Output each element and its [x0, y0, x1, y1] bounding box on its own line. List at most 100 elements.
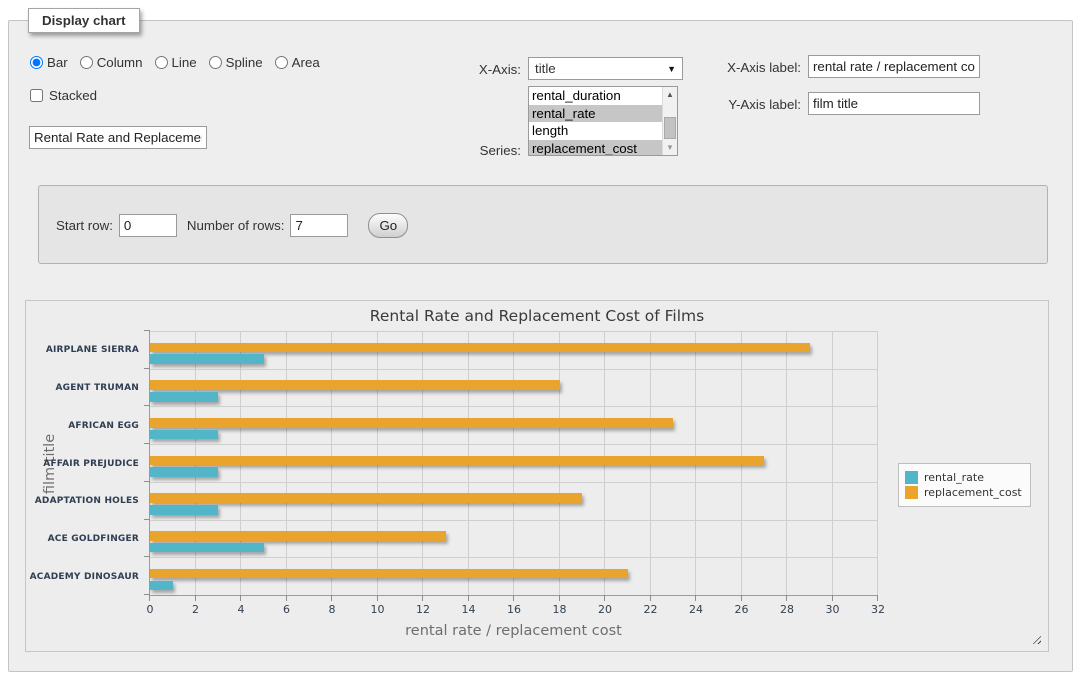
- x-tick-label: 4: [238, 603, 245, 616]
- start-row-input[interactable]: [119, 214, 177, 237]
- x-axis-label-input[interactable]: [808, 55, 980, 78]
- bar-replacement_cost[interactable]: [150, 531, 446, 541]
- x-tick-label: 18: [553, 603, 567, 616]
- chart-type-radio-spline[interactable]: [209, 56, 222, 69]
- series-option-rental_rate[interactable]: rental_rate: [529, 105, 662, 123]
- x-tick-label: 32: [871, 603, 885, 616]
- bar-replacement_cost[interactable]: [150, 493, 582, 503]
- legend-label: rental_rate: [924, 471, 984, 484]
- x-axis-select[interactable]: title ▼: [528, 57, 683, 80]
- bar-replacement_cost[interactable]: [150, 456, 764, 466]
- chart-legend: rental_rate replacement_cost: [898, 463, 1031, 507]
- bar-rental_rate[interactable]: [150, 505, 218, 515]
- y-axis-label-label: Y-Axis label:: [701, 97, 801, 112]
- category-band: [150, 557, 878, 595]
- chart-type-option-line[interactable]: Line: [155, 55, 197, 70]
- x-tick-mark: [195, 595, 196, 601]
- bar-rental_rate[interactable]: [150, 430, 218, 440]
- bar-replacement_cost[interactable]: [150, 569, 628, 579]
- panel-legend: Display chart: [28, 8, 140, 33]
- category-label: ACE GOLDFINGER: [26, 520, 144, 558]
- series-options: rental_durationrental_ratelengthreplacem…: [529, 87, 662, 155]
- x-tick-mark: [331, 595, 332, 601]
- bar-rental_rate[interactable]: [150, 392, 218, 402]
- chart-type-option-label: Area: [292, 55, 320, 70]
- category-labels: AIRPLANE SIERRAAGENT TRUMANAFRICAN EGGAF…: [26, 331, 144, 596]
- scroll-up-icon[interactable]: ▲: [663, 87, 677, 102]
- bar-rental_rate[interactable]: [150, 354, 264, 364]
- bar-rental_rate[interactable]: [150, 543, 264, 553]
- chart-type-radio-line[interactable]: [155, 56, 168, 69]
- x-tick-label: 22: [644, 603, 658, 616]
- chart-type-option-label: Spline: [226, 55, 263, 70]
- x-tick-mark: [422, 595, 423, 601]
- x-tick-label: 0: [147, 603, 154, 616]
- bar-rental_rate[interactable]: [150, 467, 218, 477]
- go-button[interactable]: Go: [368, 213, 408, 238]
- x-axis-label-label: X-Axis label:: [701, 60, 801, 75]
- x-tick-mark: [695, 595, 696, 601]
- x-tick-label: 24: [689, 603, 703, 616]
- legend-swatch: [905, 486, 918, 499]
- chart-title-input[interactable]: [29, 126, 207, 149]
- bar-rental_rate[interactable]: [150, 581, 173, 591]
- series-option-length[interactable]: length: [529, 122, 662, 140]
- category-band: [150, 331, 878, 369]
- legend-item-replacement_cost[interactable]: replacement_cost: [905, 486, 1022, 499]
- plot-area: 02468101214161820222426283032: [149, 331, 878, 596]
- series-option-replacement_cost[interactable]: replacement_cost: [529, 140, 662, 157]
- series-label: Series:: [431, 143, 521, 158]
- legend-item-rental_rate[interactable]: rental_rate: [905, 471, 1022, 484]
- chart-type-option-bar[interactable]: Bar: [30, 55, 68, 70]
- y-axis-label-input[interactable]: [808, 92, 980, 115]
- chart: Rental Rate and Replacement Cost of Film…: [25, 300, 1049, 652]
- bar-replacement_cost[interactable]: [150, 418, 673, 428]
- x-tick-mark: [513, 595, 514, 601]
- x-tick-label: 2: [192, 603, 199, 616]
- chart-type-group: Bar Column Line Spline Area: [30, 55, 332, 70]
- resize-handle[interactable]: [1030, 633, 1041, 644]
- category-band: [150, 369, 878, 407]
- chart-type-option-label: Line: [172, 55, 197, 70]
- chart-type-option-spline[interactable]: Spline: [209, 55, 263, 70]
- chart-type-radio-bar[interactable]: [30, 56, 43, 69]
- category-label: AIRPLANE SIERRA: [26, 331, 144, 369]
- category-band: [150, 482, 878, 520]
- stacked-checkbox-field[interactable]: Stacked: [30, 88, 97, 103]
- bar-replacement_cost[interactable]: [150, 380, 560, 390]
- bar-replacement_cost[interactable]: [150, 343, 810, 353]
- chart-type-option-column[interactable]: Column: [80, 55, 143, 70]
- x-tick-label: 10: [371, 603, 385, 616]
- number-of-rows-input[interactable]: [290, 214, 348, 237]
- series-option-rental_duration[interactable]: rental_duration: [529, 87, 662, 105]
- stacked-checkbox[interactable]: [30, 89, 43, 102]
- series-listbox[interactable]: rental_durationrental_ratelengthreplacem…: [528, 86, 678, 156]
- x-tick-mark: [468, 595, 469, 601]
- chart-type-radio-area[interactable]: [275, 56, 288, 69]
- legend-label: replacement_cost: [924, 486, 1022, 499]
- x-tick-mark: [877, 595, 878, 601]
- chart-type-radio-column[interactable]: [80, 56, 93, 69]
- x-tick-label: 26: [735, 603, 749, 616]
- x-tick-label: 14: [462, 603, 476, 616]
- x-tick-mark: [559, 595, 560, 601]
- x-tick-mark: [286, 595, 287, 601]
- x-tick-mark: [149, 595, 150, 601]
- category-band: [150, 520, 878, 558]
- scroll-down-icon[interactable]: ▼: [663, 140, 677, 155]
- page: { "panel": { "legend_label": "Display ch…: [0, 0, 1081, 681]
- x-tick-mark: [741, 595, 742, 601]
- x-tick-label: 12: [416, 603, 430, 616]
- chevron-down-icon: ▼: [667, 64, 676, 74]
- chart-type-option-label: Column: [97, 55, 143, 70]
- legend-swatch: [905, 471, 918, 484]
- x-axis-select-label: X-Axis:: [431, 62, 521, 77]
- chart-type-option-area[interactable]: Area: [275, 55, 320, 70]
- row-controls: Start row: Number of rows: Go: [56, 213, 408, 238]
- x-tick-label: 8: [329, 603, 336, 616]
- stacked-checkbox-label: Stacked: [49, 88, 97, 103]
- x-tick-mark: [604, 595, 605, 601]
- series-scrollbar[interactable]: ▲ ▼: [662, 87, 677, 155]
- chart-title: Rental Rate and Replacement Cost of Film…: [26, 307, 1048, 325]
- scrollbar-thumb[interactable]: [664, 117, 676, 139]
